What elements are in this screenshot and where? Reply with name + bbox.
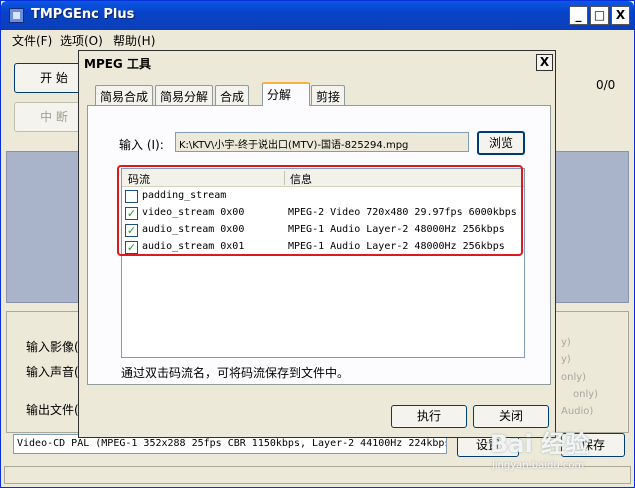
mpeg-tool-dialog: MPEG 工具 X 简易合成 简易分解 合成 分解 剪接 输入 (I): K:\…: [78, 50, 556, 438]
output-file-label: 输出文件(: [26, 403, 79, 417]
dialog-close-icon[interactable]: X: [536, 54, 553, 71]
stream-name: audio_stream 0x00: [142, 224, 245, 235]
title-bar[interactable]: TMPGEnc Plus _ □ X: [1, 1, 634, 30]
tab-cut[interactable]: 剪接: [311, 85, 346, 105]
list-item[interactable]: ✓ audio_stream 0x00 MPEG-1 Audio Layer-2…: [122, 222, 524, 239]
watermark-url: jingyan.baidu.com: [492, 460, 585, 471]
stream-checkbox[interactable]: ✓: [125, 224, 138, 237]
ghost-label: Audio): [561, 406, 594, 417]
dialog-title-bar[interactable]: MPEG 工具 X: [79, 51, 555, 74]
stream-checkbox[interactable]: ✓: [125, 207, 138, 220]
stream-info: MPEG-1 Audio Layer-2 48000Hz 256kbps: [288, 241, 505, 252]
ghost-label: only): [573, 389, 599, 400]
close-button[interactable]: X: [611, 6, 630, 25]
watermark: Bai 经验 jingyan.baidu.com: [484, 424, 632, 484]
stream-list[interactable]: 码流 信息 padding_stream ✓ video_stream 0x00…: [121, 168, 525, 358]
dialog-title: MPEG 工具: [84, 57, 151, 71]
stream-checkbox[interactable]: ✓: [125, 241, 138, 254]
menu-bar: 文件(F) 选项(O) 帮助(H): [1, 30, 634, 50]
menu-options[interactable]: 选项(O): [60, 32, 103, 49]
input-label: 输入 (I):: [119, 138, 164, 152]
tab-simple-merge[interactable]: 简易合成: [95, 85, 154, 105]
execute-button[interactable]: 执行: [391, 405, 467, 428]
input-video-label: 输入影像(: [26, 340, 79, 354]
maximize-button[interactable]: □: [590, 6, 609, 25]
list-item[interactable]: ✓ video_stream 0x00 MPEG-2 Video 720x480…: [122, 205, 524, 222]
stream-checkbox[interactable]: [125, 190, 138, 203]
input-audio-label: 输入声音(: [26, 365, 79, 379]
tab-simple-split[interactable]: 简易分解: [155, 85, 214, 105]
ghost-label: y): [561, 354, 571, 365]
minimize-button[interactable]: _: [569, 6, 588, 25]
column-separator[interactable]: [284, 171, 285, 185]
ghost-label: y): [561, 337, 571, 348]
column-stream[interactable]: 码流: [128, 171, 150, 187]
stream-name: padding_stream: [142, 190, 227, 201]
hint-text: 通过双击码流名，可将码流保存到文件中。: [121, 366, 350, 380]
column-info[interactable]: 信息: [290, 171, 312, 187]
ghost-label: only): [561, 372, 587, 383]
stream-name: audio_stream 0x01: [142, 241, 245, 252]
menu-help[interactable]: 帮助(H): [113, 32, 155, 49]
browse-button[interactable]: 浏览: [477, 131, 525, 155]
list-item[interactable]: padding_stream: [122, 188, 524, 205]
stream-info: MPEG-2 Video 720x480 29.97fps 6000kbps: [288, 207, 517, 218]
stream-info: MPEG-1 Audio Layer-2 48000Hz 256kbps: [288, 224, 505, 235]
input-path-field[interactable]: K:\KTV\小宇-终于说出口(MTV)-国语-825294.mpg: [175, 132, 469, 152]
tab-split[interactable]: 分解: [262, 82, 310, 106]
menu-file[interactable]: 文件(F): [12, 32, 52, 49]
stream-name: video_stream 0x00: [142, 207, 245, 218]
window-title: TMPGEnc Plus: [31, 7, 135, 22]
watermark-logo: Bai 经验: [490, 430, 590, 458]
list-header: 码流 信息: [122, 169, 524, 187]
tab-merge[interactable]: 合成: [215, 85, 250, 105]
app-icon: [9, 8, 24, 23]
progress-counter: 0/0: [596, 78, 616, 92]
list-item[interactable]: ✓ audio_stream 0x01 MPEG-1 Audio Layer-2…: [122, 239, 524, 256]
